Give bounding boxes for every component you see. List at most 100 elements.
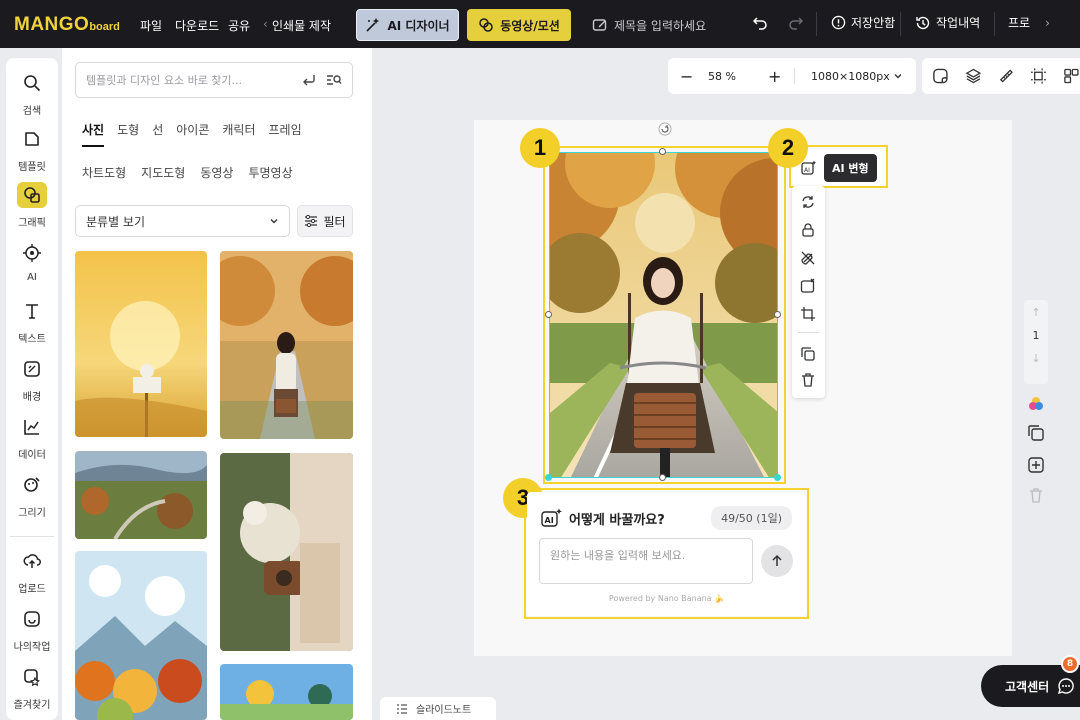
ai-transform-tooltip: AI 변형 bbox=[824, 153, 877, 182]
rail-item-upload[interactable]: 업로드 bbox=[6, 548, 58, 602]
photo-thumbnail-park[interactable] bbox=[220, 664, 353, 720]
menu-share[interactable]: 공유 bbox=[228, 17, 250, 34]
page-up-icon[interactable]: ↑ bbox=[1024, 300, 1048, 319]
profile-button[interactable]: 프로 › bbox=[1008, 14, 1050, 31]
advanced-search-icon[interactable] bbox=[326, 73, 342, 87]
photo-thumbnail-flowers[interactable] bbox=[220, 453, 353, 651]
video-motion-button[interactable]: 동영상/모션 bbox=[467, 9, 571, 41]
image-edit-icon[interactable] bbox=[800, 278, 816, 294]
layers-icon[interactable] bbox=[965, 67, 982, 85]
menu-download[interactable]: 다운로드 bbox=[175, 17, 219, 34]
menu-divider-glyph: ‹ bbox=[263, 17, 268, 31]
svg-text:AI: AI bbox=[545, 516, 554, 525]
menu-file[interactable]: 파일 bbox=[140, 17, 162, 34]
trash-icon[interactable] bbox=[800, 372, 816, 388]
search-icon bbox=[24, 75, 41, 92]
tab-character[interactable]: 캐릭터 bbox=[222, 121, 255, 138]
color-palette-icon[interactable] bbox=[1027, 395, 1045, 413]
unsaved-status-button[interactable]: 저장안함 bbox=[831, 14, 895, 31]
category-select-value: 분류별 보기 bbox=[86, 214, 146, 229]
rail-label: 데이터 bbox=[18, 450, 46, 461]
rail-item-background[interactable]: 배경 bbox=[6, 356, 58, 410]
crop-icon[interactable] bbox=[800, 306, 816, 322]
photo-thumbnail-cyclist[interactable] bbox=[220, 251, 353, 439]
autumn-valley-image bbox=[75, 451, 207, 539]
rail-item-search[interactable]: 검색 bbox=[6, 70, 58, 124]
slide-notes-tab[interactable]: 슬라이드노트 bbox=[380, 697, 496, 720]
subtab-video[interactable]: 동영상 bbox=[200, 164, 233, 181]
rotate-handle-icon[interactable] bbox=[658, 122, 672, 136]
page-number: 1 bbox=[1032, 329, 1040, 342]
photo-thumbnail-scarecrow[interactable] bbox=[75, 251, 207, 437]
arrow-up-icon bbox=[772, 554, 782, 566]
canvas-size[interactable]: 1080×1080px bbox=[811, 70, 890, 83]
rail-item-my-work[interactable]: 나의작업 bbox=[6, 606, 58, 660]
asset-tabs: 사진 도형 선 아이콘 캐릭터 프레임 bbox=[82, 121, 302, 138]
prompt-input[interactable]: 원하는 내용을 입력해 보세요. bbox=[539, 538, 753, 584]
zoom-level[interactable]: 58 % bbox=[708, 70, 736, 83]
undo-button[interactable] bbox=[752, 14, 768, 30]
menu-print[interactable]: 인쇄물 제작 bbox=[272, 17, 331, 34]
history-button[interactable]: 작업내역 bbox=[915, 14, 980, 31]
subtab-chart-shape[interactable]: 차트도형 bbox=[82, 164, 126, 181]
duplicate-icon[interactable] bbox=[800, 346, 816, 362]
scarecrow-field-image bbox=[75, 251, 207, 437]
send-button[interactable] bbox=[761, 545, 793, 577]
title-placeholder: 제목을 입력하세요 bbox=[614, 18, 707, 33]
search-placeholder: 템플릿과 디자인 요소 바로 찾기... bbox=[86, 74, 243, 87]
step-badge-2: 2 bbox=[768, 128, 808, 168]
rail-item-data[interactable]: 데이터 bbox=[6, 414, 58, 468]
copy-page-icon[interactable] bbox=[1027, 424, 1045, 442]
grid-view-icon[interactable] bbox=[1063, 67, 1080, 85]
tab-frame[interactable]: 프레임 bbox=[268, 121, 301, 138]
tab-photo[interactable]: 사진 bbox=[82, 121, 104, 138]
redo-button[interactable] bbox=[788, 14, 804, 30]
ai-designer-button[interactable]: AI 디자이너 bbox=[356, 9, 459, 41]
rail-item-template[interactable]: 템플릿 bbox=[6, 126, 58, 180]
toolbar-separator bbox=[816, 12, 817, 36]
ai-transform-prompt: AI 어떻게 바꿀까요? 49/50 (1일) 원하는 내용을 입력해 보세요.… bbox=[527, 492, 806, 616]
rail-item-graphic[interactable]: 그래픽 bbox=[6, 182, 58, 236]
zoom-out-button[interactable]: − bbox=[680, 67, 693, 86]
subtab-transparent-video[interactable]: 투명영상 bbox=[248, 164, 292, 181]
my-work-icon bbox=[24, 611, 40, 627]
add-page-icon[interactable] bbox=[1027, 456, 1045, 474]
photo-thumbnail-mountains[interactable] bbox=[75, 551, 207, 720]
rail-item-draw[interactable]: 그리기 bbox=[6, 472, 58, 526]
customer-center-button[interactable]: 고객센터 8 bbox=[981, 655, 1080, 707]
rail-item-ai[interactable]: AI bbox=[6, 240, 58, 294]
chevron-down-icon[interactable] bbox=[893, 71, 903, 81]
enter-icon[interactable] bbox=[302, 73, 316, 87]
customer-center-label: 고객센터 bbox=[1005, 679, 1050, 694]
lock-icon[interactable] bbox=[800, 222, 816, 238]
sticker-icon[interactable] bbox=[932, 67, 949, 85]
alert-circle-icon bbox=[831, 15, 846, 30]
remove-background-icon[interactable] bbox=[800, 250, 816, 266]
align-center-icon[interactable] bbox=[1030, 67, 1047, 85]
replace-icon[interactable] bbox=[800, 194, 816, 210]
mangoboard-logo[interactable]: MANGOboard bbox=[14, 14, 120, 36]
delete-page-icon[interactable] bbox=[1027, 486, 1045, 504]
asset-search-input[interactable]: 템플릿과 디자인 요소 바로 찾기... bbox=[75, 62, 353, 98]
page-down-icon[interactable]: ↓ bbox=[1024, 342, 1048, 365]
rail-label: 텍스트 bbox=[18, 334, 46, 345]
subtab-map-shape[interactable]: 지도도형 bbox=[141, 164, 185, 181]
tab-icon[interactable]: 아이콘 bbox=[176, 121, 209, 138]
tab-line[interactable]: 선 bbox=[152, 121, 163, 138]
zoom-in-button[interactable]: + bbox=[768, 67, 781, 86]
favorite-icon bbox=[24, 669, 40, 686]
asset-panel: 템플릿과 디자인 요소 바로 찾기... 사진 도형 선 아이콘 캐릭터 프레임… bbox=[62, 48, 372, 720]
upload-icon bbox=[23, 554, 41, 568]
title-input[interactable]: 제목을 입력하세요 bbox=[592, 15, 732, 35]
background-icon bbox=[24, 361, 40, 377]
logo-text: MANGO bbox=[14, 14, 90, 35]
element-toolbar-separator bbox=[798, 332, 819, 333]
svg-text:AI: AI bbox=[804, 167, 810, 174]
rail-item-text[interactable]: 텍스트 bbox=[6, 298, 58, 352]
ruler-icon[interactable] bbox=[998, 67, 1015, 85]
rail-item-favorite[interactable]: 즐겨찾기 bbox=[6, 664, 58, 718]
photo-thumbnail-valley[interactable] bbox=[75, 451, 207, 539]
tab-shape[interactable]: 도형 bbox=[117, 121, 139, 138]
category-select[interactable]: 분류별 보기 bbox=[75, 205, 290, 237]
filter-button[interactable]: 필터 bbox=[297, 205, 353, 237]
